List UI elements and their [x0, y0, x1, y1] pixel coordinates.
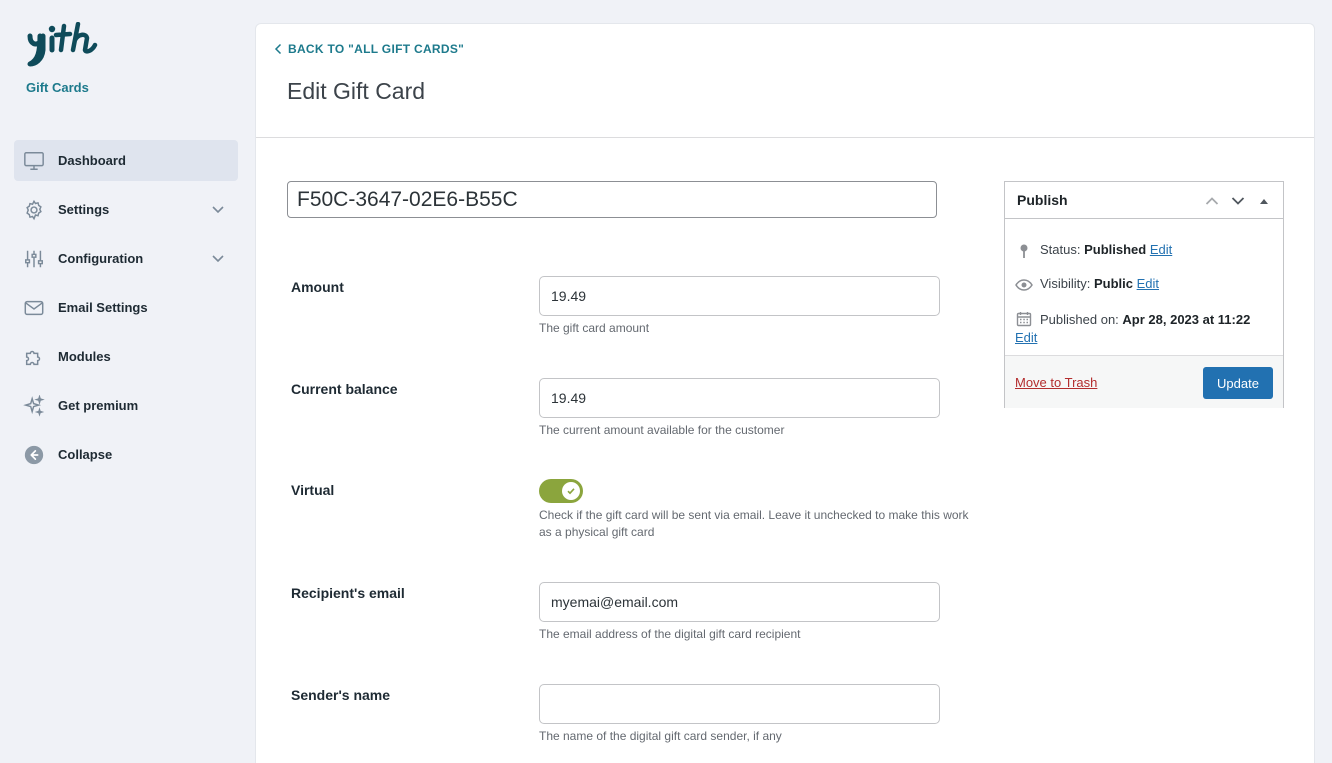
sliders-icon [22, 247, 46, 271]
move-to-trash-link[interactable]: Move to Trash [1015, 375, 1097, 390]
pin-icon [1015, 242, 1033, 260]
visibility-value: Public [1093, 276, 1133, 291]
chevron-left-icon [274, 43, 282, 55]
page-header: BACK TO "ALL GIFT CARDS" Edit Gift Card [256, 24, 1314, 138]
amount-input[interactable] [539, 276, 940, 316]
yith-logo [26, 22, 98, 70]
arrow-left-circle-icon [22, 443, 46, 467]
chevron-down-icon[interactable] [210, 250, 226, 266]
page-title: Edit Gift Card [287, 78, 426, 104]
sidebar-item-collapse[interactable]: Collapse [14, 434, 238, 475]
envelope-icon [22, 296, 46, 320]
chevron-up-icon[interactable] [1203, 192, 1221, 210]
checkmark-icon [567, 488, 575, 495]
sidebar-item-configuration[interactable]: Configuration [14, 238, 238, 279]
sidebar: Gift Cards Dashboard Settings Configurat… [0, 0, 252, 763]
status-edit-link[interactable]: Edit [1150, 242, 1172, 257]
sidebar-item-label: Collapse [58, 447, 113, 462]
visibility-label: Visibility: [1040, 276, 1091, 291]
calendar-icon [1015, 310, 1033, 328]
status-label: Status: [1040, 242, 1081, 257]
published-on-value: Apr 28, 2023 at 11:22 [1122, 312, 1251, 327]
amount-label: Amount [291, 279, 344, 295]
back-link-label: BACK TO "ALL GIFT CARDS" [288, 42, 465, 56]
sidebar-item-label: Email Settings [58, 300, 148, 315]
sidebar-item-label: Settings [58, 202, 110, 217]
sender-name-input[interactable] [539, 684, 940, 724]
visibility-text: Visibility: Public Edit [1040, 276, 1159, 291]
publish-footer: Move to Trash Update [1005, 355, 1283, 408]
current-balance-input[interactable] [539, 378, 940, 418]
published-on-row: Published on: Apr 28, 2023 at 11:22 [1015, 310, 1277, 330]
published-on-text: Published on: Apr 28, 2023 at 11:22 [1040, 310, 1250, 330]
recipient-email-label: Recipient's email [291, 585, 405, 601]
sidebar-item-settings[interactable]: Settings [14, 189, 238, 230]
status-text: Status: Published Edit [1040, 242, 1172, 257]
published-on-edit-wrap: Edit [1015, 330, 1037, 345]
virtual-toggle[interactable] [539, 479, 583, 503]
visibility-row: Visibility: Public Edit [1015, 276, 1159, 294]
sender-name-label: Sender's name [291, 687, 391, 703]
sidebar-item-modules[interactable]: Modules [14, 336, 238, 377]
publish-header: Publish [1005, 182, 1283, 219]
published-on-label: Published on: [1040, 312, 1119, 327]
amount-description: The gift card amount [539, 321, 650, 335]
eye-icon [1015, 276, 1033, 294]
caret-up-icon[interactable] [1255, 192, 1273, 210]
sidebar-item-get-premium[interactable]: Get premium [14, 385, 238, 426]
status-row: Status: Published Edit [1015, 242, 1172, 260]
visibility-edit-link[interactable]: Edit [1137, 276, 1159, 291]
main-panel: BACK TO "ALL GIFT CARDS" Edit Gift Card … [255, 23, 1315, 763]
sparkle-icon [22, 394, 46, 418]
sidebar-item-dashboard[interactable]: Dashboard [14, 140, 238, 181]
recipient-email-input[interactable] [539, 582, 940, 622]
chevron-down-icon[interactable] [210, 201, 226, 217]
sidebar-item-label: Modules [58, 349, 111, 364]
gift-card-code-input[interactable] [287, 181, 937, 218]
sidebar-item-label: Dashboard [58, 153, 126, 168]
sidebar-nav: Dashboard Settings Configuration Email S… [14, 140, 238, 483]
current-balance-label: Current balance [291, 381, 398, 397]
puzzle-icon [22, 345, 46, 369]
sidebar-item-email-settings[interactable]: Email Settings [14, 287, 238, 328]
publish-title: Publish [1017, 192, 1068, 208]
current-balance-description: The current amount available for the cus… [539, 423, 785, 437]
monitor-icon [22, 149, 46, 173]
status-value: Published [1084, 242, 1147, 257]
sender-name-description: The name of the digital gift card sender… [539, 729, 782, 743]
brand-subtitle: Gift Cards [26, 80, 89, 95]
gear-icon [22, 198, 46, 222]
toggle-knob [562, 482, 580, 500]
chevron-down-icon[interactable] [1229, 192, 1247, 210]
virtual-description: Check if the gift card will be sent via … [539, 508, 969, 539]
recipient-email-description: The email address of the digital gift ca… [539, 627, 801, 641]
back-link[interactable]: BACK TO "ALL GIFT CARDS" [274, 42, 464, 56]
published-on-edit-link[interactable]: Edit [1015, 330, 1037, 345]
publish-controls [1203, 192, 1273, 210]
sidebar-item-label: Get premium [58, 398, 139, 413]
update-button[interactable]: Update [1203, 367, 1273, 399]
sidebar-item-label: Configuration [58, 251, 144, 266]
publish-box: Publish Status: Published Edit Visibilit… [1004, 181, 1284, 408]
virtual-label: Virtual [291, 482, 335, 498]
